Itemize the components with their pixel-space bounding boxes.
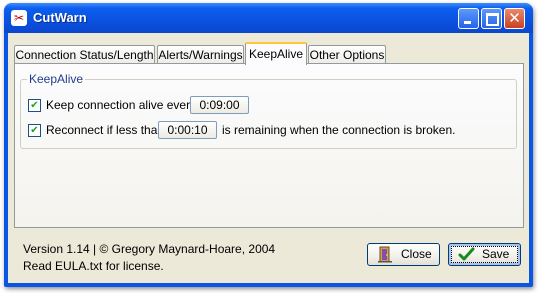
maximize-button[interactable] [481,8,502,29]
cutwarn-window: ✂ CutWarn ✕ Connection Status/Length Ale… [4,3,533,287]
tab-label: Connection Status/Length [15,48,154,62]
save-button[interactable]: Save [448,243,521,266]
keep-alive-label: Keep connection alive every [46,98,197,112]
reconnect-threshold-field[interactable]: 0:00:10 [158,121,217,139]
close-button-label: Close [401,247,432,261]
tab-label: KeepAlive [248,47,304,61]
close-window-button[interactable]: ✕ [504,8,525,29]
checkmark-icon [458,247,475,261]
maximize-icon [486,13,499,26]
keep-alive-checkbox[interactable]: ✔ [28,99,41,112]
close-button[interactable]: Close [367,243,440,266]
reconnect-label: Reconnect if less than [46,123,165,137]
version-text: Version 1.14 | © Gregory Maynard-Hoare, … [23,242,276,256]
close-icon: ✕ [508,9,521,27]
dialog-client-area: Connection Status/Length Alerts/Warnings… [8,33,529,283]
keepalive-tab-panel: KeepAlive ✔ Keep connection alive every … [14,63,524,228]
groupbox-title: KeepAlive [27,72,86,86]
tab-label: Alerts/Warnings [158,48,243,62]
title-bar[interactable]: ✂ CutWarn ✕ [4,3,533,33]
save-button-label: Save [482,247,510,261]
tab-keepalive[interactable]: KeepAlive [245,42,307,65]
minimize-icon [464,21,471,24]
door-icon [378,246,392,263]
keepalive-groupbox: KeepAlive ✔ Keep connection alive every … [20,72,517,149]
tab-alerts-warnings[interactable]: Alerts/Warnings [157,45,244,64]
tab-connection-status-length[interactable]: Connection Status/Length [14,45,155,64]
license-text: Read EULA.txt for license. [23,259,164,273]
reconnect-checkbox[interactable]: ✔ [28,124,41,137]
window-title: CutWarn [33,10,87,25]
tab-label: Other Options [309,48,385,62]
reconnect-suffix: is remaining when the connection is brok… [222,123,456,137]
cutwarn-app-icon[interactable]: ✂ [11,10,27,26]
keep-alive-interval-field[interactable]: 0:09:00 [190,96,249,114]
minimize-button[interactable] [458,8,479,29]
tab-other-options[interactable]: Other Options [308,45,386,64]
